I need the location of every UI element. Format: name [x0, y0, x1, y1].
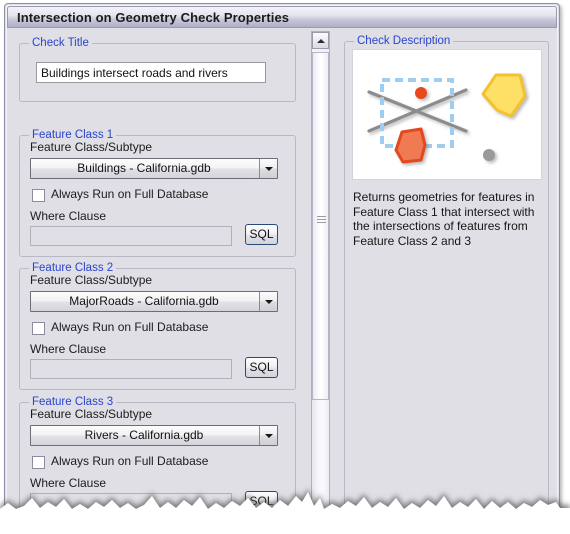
feature-class-1-where-label: Where Clause — [30, 209, 107, 223]
check-description-illustration — [352, 49, 542, 180]
feature-class-1-sql-button[interactable]: SQL — [245, 224, 278, 245]
feature-class-2-sql-button[interactable]: SQL — [245, 357, 278, 378]
feature-class-3-where-label: Where Clause — [30, 476, 107, 490]
feature-class-1-group: Feature Class 1 Feature Class/Subtype Bu… — [19, 129, 296, 257]
feature-class-2-combo-value: MajorRoads - California.gdb — [69, 294, 219, 308]
feature-class-3-group: Feature Class 3 Feature Class/Subtype Ri… — [19, 396, 296, 515]
chevron-down-icon[interactable] — [259, 292, 277, 311]
description-pane: Check Description Returns geometries for… — [336, 31, 555, 515]
feature-class-1-where-input[interactable] — [30, 226, 232, 246]
feature-class-2-always-run-label: Always Run on Full Database — [51, 320, 209, 334]
vertical-scrollbar[interactable] — [311, 31, 330, 515]
check-description-group: Check Description Returns geometries for… — [344, 35, 549, 509]
scrollbar-grip-icon — [317, 216, 326, 224]
check-description-text: Returns geometries for features in Featu… — [353, 190, 535, 248]
check-title-group: Check Title — [19, 37, 296, 102]
feature-class-3-combo-value: Rivers - California.gdb — [84, 428, 204, 442]
feature-class-2-combo[interactable]: MajorRoads - California.gdb — [30, 291, 278, 312]
check-title-input[interactable] — [36, 62, 266, 83]
feature-class-3-where-input[interactable] — [30, 493, 232, 513]
feature-class-3-sql-button[interactable]: SQL — [245, 491, 278, 512]
feature-class-3-subtype-label: Feature Class/Subtype — [30, 407, 153, 421]
chevron-down-icon[interactable] — [259, 159, 277, 178]
dialog-titlebar[interactable]: Intersection on Geometry Check Propertie… — [7, 6, 557, 28]
dialog-body: Check Title Feature Class 1 Feature Clas… — [7, 29, 557, 517]
feature-class-2-where-input[interactable] — [30, 359, 232, 379]
feature-class-2-group: Feature Class 2 Feature Class/Subtype Ma… — [19, 262, 296, 390]
feature-class-1-subtype-label: Feature Class/Subtype — [30, 140, 153, 154]
feature-class-3-combo[interactable]: Rivers - California.gdb — [30, 425, 278, 446]
feature-class-1-combo[interactable]: Buildings - California.gdb — [30, 158, 278, 179]
check-title-legend: Check Title — [29, 37, 92, 49]
settings-scroll-pane: Check Title Feature Class 1 Feature Clas… — [11, 31, 306, 515]
scrollbar-thumb[interactable] — [312, 52, 329, 400]
feature-class-2-subtype-label: Feature Class/Subtype — [30, 273, 153, 287]
chevron-down-icon[interactable] — [259, 426, 277, 445]
feature-class-1-always-run-label: Always Run on Full Database — [51, 187, 209, 201]
screenshot-root: Intersection on Geometry Check Propertie… — [0, 0, 570, 534]
scrollbar-track-lower[interactable] — [312, 400, 329, 514]
properties-dialog: Intersection on Geometry Check Propertie… — [4, 3, 560, 519]
feature-class-1-combo-value: Buildings - California.gdb — [77, 161, 211, 175]
feature-class-2-where-label: Where Clause — [30, 342, 107, 356]
check-description-legend: Check Description — [354, 35, 454, 47]
feature-class-3-always-run-checkbox[interactable] — [32, 456, 45, 469]
scroll-up-arrow-icon[interactable] — [312, 32, 329, 49]
dialog-title: Intersection on Geometry Check Propertie… — [17, 10, 290, 25]
feature-class-3-always-run-label: Always Run on Full Database — [51, 454, 209, 468]
feature-class-2-always-run-checkbox[interactable] — [32, 322, 45, 335]
feature-class-1-always-run-checkbox[interactable] — [32, 189, 45, 202]
